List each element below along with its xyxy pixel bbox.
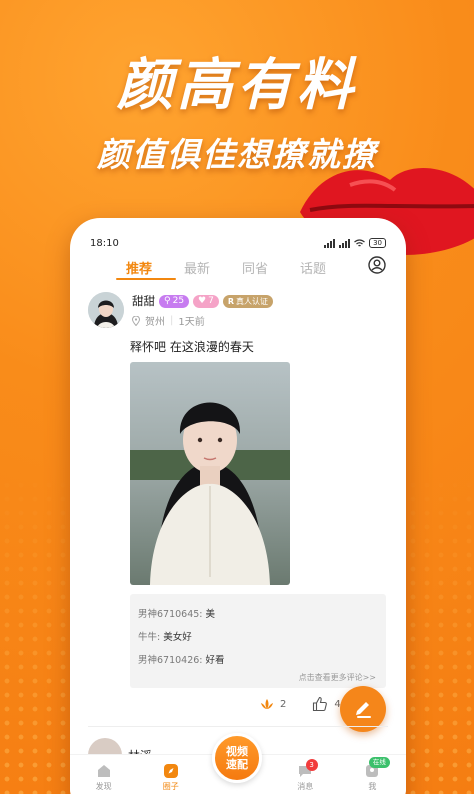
thumbs-up-icon[interactable]: [312, 696, 328, 712]
r-icon: R: [227, 296, 235, 306]
post-time: 1天前: [178, 317, 205, 328]
phone-screen: 18:10 30 推荐 最新 同省 话题 甜甜 ⚲ 25 ♥ 7 R 真人认证 …: [70, 218, 406, 794]
wifi-icon: [354, 238, 365, 246]
post-actions: 2 43: [260, 696, 347, 712]
tab-latest[interactable]: 最新: [168, 258, 226, 277]
promo-headline: 颜高有料: [117, 53, 357, 118]
post-divider: [88, 726, 388, 727]
avatar[interactable]: [88, 292, 124, 328]
comment-user: 牛牛:: [138, 632, 161, 643]
comments-box[interactable]: 男神6710645: 美 牛牛: 美女好 男神6710426: 好看 点击查看更…: [130, 594, 386, 688]
comment-user: 男神6710645:: [138, 609, 203, 620]
nav-messages-label: 消息: [297, 782, 314, 791]
nav-discover[interactable]: 发现: [70, 755, 137, 794]
status-bar: 18:10 30: [90, 236, 386, 250]
level-badge: ⚲ 25: [159, 294, 190, 308]
comment-text: 美: [205, 609, 216, 620]
comment-item: 男神6710645: 美: [138, 603, 378, 626]
post-username[interactable]: 甜甜: [132, 293, 155, 309]
verified-badge: R 真人认证: [222, 294, 274, 308]
comment-user: 男神6710426:: [138, 655, 203, 666]
battery-icon: 30: [369, 238, 386, 248]
nav-circle-label: 圈子: [162, 782, 179, 791]
compass-icon: [163, 764, 178, 778]
comment-text: 美女好: [163, 632, 192, 643]
location-pin-icon: [132, 315, 140, 326]
nav-me-label: 我: [368, 782, 377, 791]
comment-text: 好看: [205, 655, 225, 666]
meta-divider: |: [170, 315, 174, 326]
online-badge: 在线: [368, 757, 390, 768]
heart-badge-value: 7: [208, 296, 214, 306]
tab-topics[interactable]: 话题: [284, 258, 342, 277]
post-photo[interactable]: [130, 362, 290, 585]
messages-badge: 3: [305, 759, 318, 771]
tab-recommend[interactable]: 推荐: [110, 258, 168, 277]
level-badge-value: 25: [172, 296, 185, 306]
nav-circle[interactable]: 圈子: [137, 755, 204, 794]
more-comments-link[interactable]: 点击查看更多评论>>: [299, 673, 376, 683]
nav-messages[interactable]: 3 消息: [272, 755, 339, 794]
avatar-portrait: [88, 292, 124, 328]
user-circle-icon[interactable]: [368, 256, 386, 274]
gift-count: 2: [280, 698, 287, 710]
comment-item: 牛牛: 美女好: [138, 626, 378, 649]
signal-icon-2: [339, 238, 351, 248]
comment-item: 男神6710426: 好看: [138, 649, 378, 672]
search-icon: ⚲: [164, 296, 171, 306]
pencil-icon: [356, 702, 371, 718]
nav-me[interactable]: 在线 我: [339, 755, 406, 794]
video-match-button[interactable]: 视频 速配: [212, 733, 262, 783]
video-match-label-1: 视频: [226, 745, 248, 758]
signal-icon: [324, 238, 336, 248]
lotus-gift-icon[interactable]: [260, 698, 274, 710]
video-match-label-2: 速配: [226, 758, 248, 771]
home-icon: [97, 765, 110, 777]
feed-tabs: 推荐 最新 同省 话题: [110, 258, 342, 277]
post-header: 甜甜 ⚲ 25 ♥ 7 R 真人认证 贺州 | 1天前: [88, 292, 274, 328]
tab-same-province[interactable]: 同省: [226, 258, 284, 277]
heart-badge: ♥ 7: [193, 294, 219, 308]
bottom-nav: 发现 圈子 3 消息 在线 我 视频 速配: [70, 733, 406, 794]
verified-badge-label: 真人认证: [236, 296, 269, 306]
active-tab-indicator: [116, 278, 176, 280]
heart-icon: ♥: [198, 296, 207, 306]
status-time: 18:10: [90, 237, 119, 249]
post-location: 贺州: [145, 317, 165, 328]
post-text: 释怀吧 在这浪漫的春天: [130, 340, 254, 354]
nav-discover-label: 发现: [95, 782, 112, 791]
